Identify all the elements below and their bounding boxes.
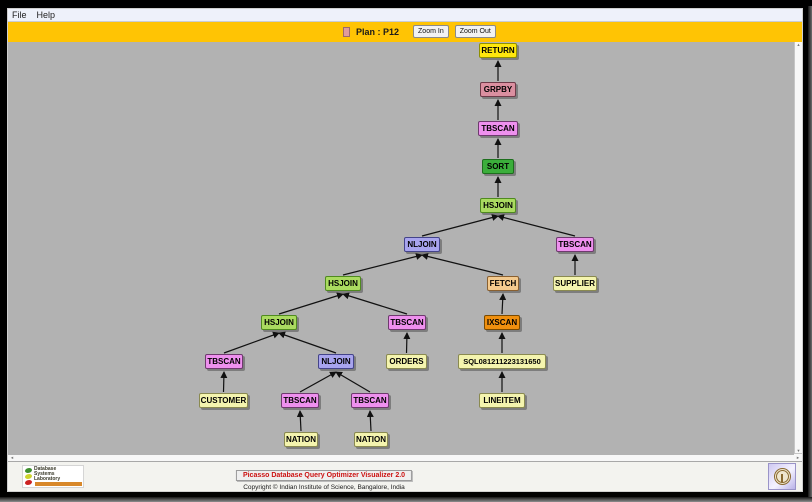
plan-node-nljoin2[interactable]: NLJOIN <box>318 354 354 369</box>
scroll-up-icon[interactable]: ▲ <box>797 42 801 47</box>
main-area: RETURN GRPBY TBSCAN SORT HSJOIN NLJOIN TBSCAN H… <box>8 42 802 453</box>
plan-node-orders[interactable]: ORDERS <box>386 354 427 369</box>
zoom-out-button[interactable]: Zoom Out <box>455 25 496 38</box>
plan-node-hsjoin2[interactable]: HSJOIN <box>325 276 361 291</box>
screenshot-frame: File Help Plan : P12 Zoom In Zoom Out <box>0 0 812 502</box>
menu-bar: File Help <box>8 9 802 22</box>
plan-node-return[interactable]: RETURN <box>479 43 517 58</box>
dsl-leaf-green <box>25 468 32 473</box>
plan-node-tbscan4[interactable]: TBSCAN <box>205 354 243 369</box>
plan-node-tbscan2[interactable]: TBSCAN <box>556 237 594 252</box>
plan-node-sqltemp[interactable]: SQL081211223131650 <box>458 354 546 369</box>
plan-node-fetch[interactable]: FETCH <box>487 276 519 291</box>
scroll-left-icon[interactable]: ◄ <box>10 455 14 460</box>
plan-node-nljoin1[interactable]: NLJOIN <box>404 237 440 252</box>
status-bar: Database Systems Laboratory Picasso Data… <box>8 461 802 491</box>
plan-node-grpby[interactable]: GRPBY <box>480 82 516 97</box>
plan-label: Plan : P12 <box>356 27 399 37</box>
dsl-logo-banner <box>35 482 82 486</box>
plan-node-hsjoin1[interactable]: HSJOIN <box>480 198 516 213</box>
plan-edges <box>8 42 794 455</box>
plan-node-tbscan1[interactable]: TBSCAN <box>478 121 518 136</box>
copyright-text: Copyright © Indian Institute of Science,… <box>236 484 412 491</box>
plan-color-swatch-icon <box>343 27 350 37</box>
plan-node-tbscan3[interactable]: TBSCAN <box>388 315 426 330</box>
plan-node-sort[interactable]: SORT <box>482 159 514 174</box>
toolbar: Plan : P12 Zoom In Zoom Out <box>8 22 802 42</box>
plan-node-hsjoin3[interactable]: HSJOIN <box>261 315 297 330</box>
plan-node-nation1[interactable]: NATION <box>284 432 318 447</box>
plan-node-nation2[interactable]: NATION <box>354 432 388 447</box>
iisc-emblem-icon <box>768 463 796 490</box>
plan-node-tbscan5[interactable]: TBSCAN <box>281 393 319 408</box>
plan-node-supplier[interactable]: SUPPLIER <box>553 276 597 291</box>
scroll-right-icon[interactable]: ► <box>796 455 800 460</box>
app-title-block: Picasso Database Query Optimizer Visuali… <box>236 464 412 491</box>
menu-item-file[interactable]: File <box>12 10 27 20</box>
app-title: Picasso Database Query Optimizer Visuali… <box>236 470 412 481</box>
app-window: File Help Plan : P12 Zoom In Zoom Out <box>7 8 803 492</box>
plan-node-tbscan6[interactable]: TBSCAN <box>351 393 389 408</box>
toolbar-group: Plan : P12 Zoom In Zoom Out <box>343 22 496 42</box>
dsl-leaf-red <box>25 480 32 485</box>
zoom-in-button[interactable]: Zoom In <box>413 25 449 38</box>
dsl-leaves-icon <box>23 466 33 487</box>
vertical-scrollbar[interactable]: ▲ ▼ <box>794 42 802 453</box>
dsl-lab-logo: Database Systems Laboratory <box>22 465 84 488</box>
plan-node-customer[interactable]: CUSTOMER <box>199 393 248 408</box>
plan-node-ixscan[interactable]: IXSCAN <box>484 315 520 330</box>
plan-node-lineitem[interactable]: LINEITEM <box>479 393 525 408</box>
menu-item-help[interactable]: Help <box>37 10 56 20</box>
plan-canvas: RETURN GRPBY TBSCAN SORT HSJOIN NLJOIN TBSCAN H… <box>8 42 794 455</box>
dsl-leaf-yellow <box>25 474 32 479</box>
